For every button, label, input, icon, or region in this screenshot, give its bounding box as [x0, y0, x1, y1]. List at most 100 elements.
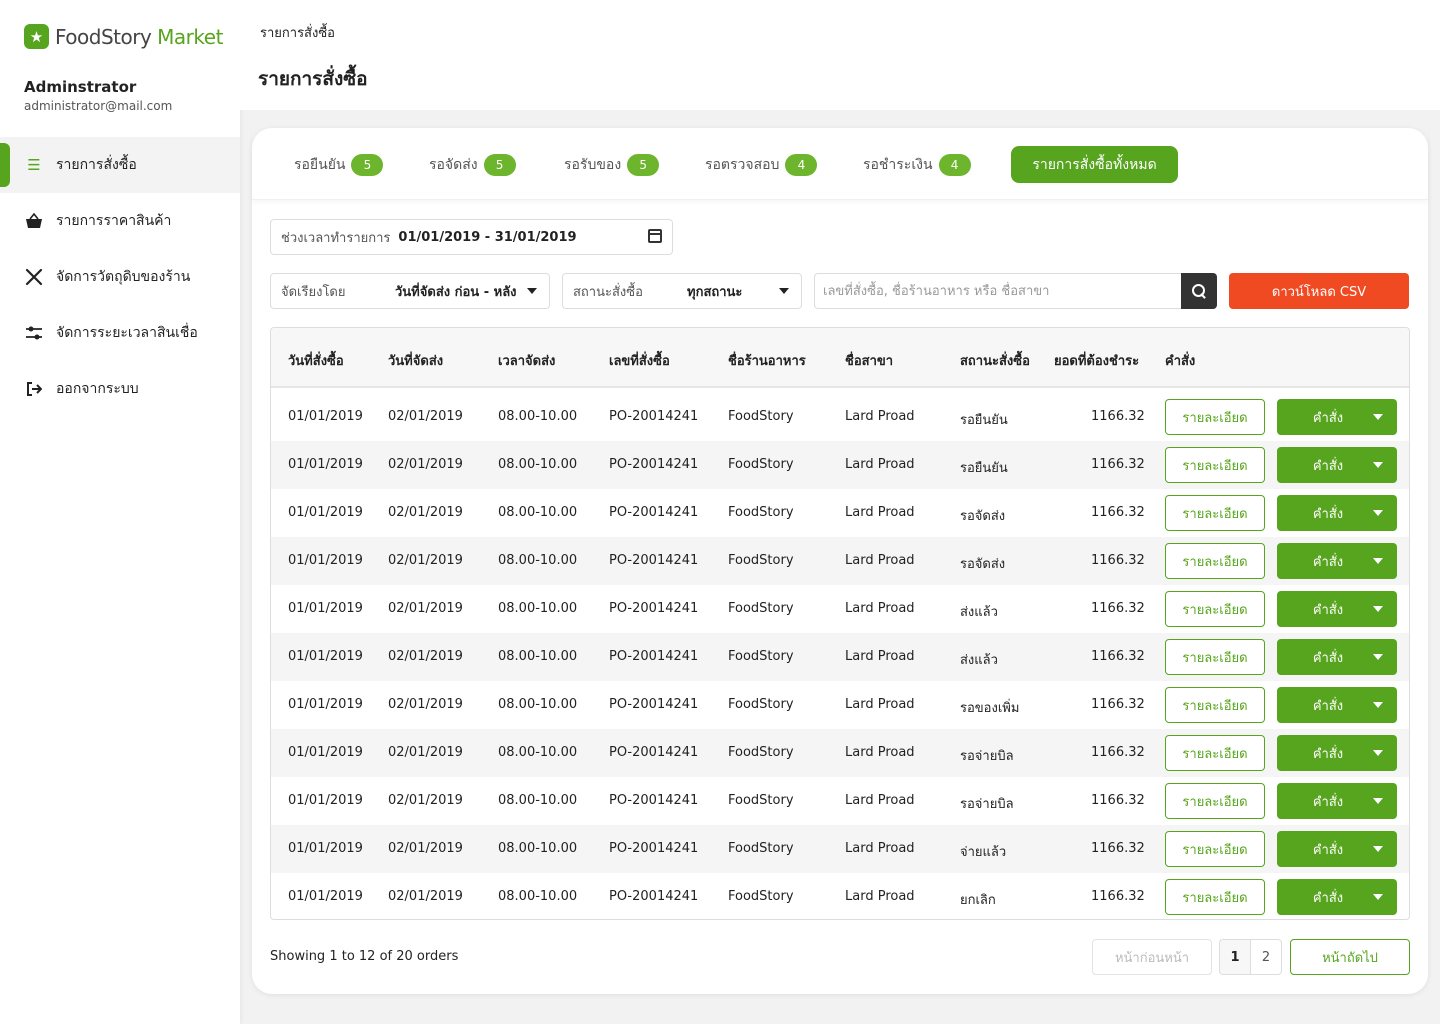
tab-awaiting-inspect[interactable]: รอตรวจสอบ 4	[705, 153, 818, 177]
table-row: 01/01/2019 02/01/2019 08.00-10.00 PO-200142…	[271, 441, 1409, 489]
calendar-icon[interactable]	[648, 229, 662, 243]
cell-restaurant: FoodStory	[728, 409, 794, 424]
list-icon: ☰	[27, 156, 41, 174]
command-dropdown-button[interactable]: คำสั่ง	[1277, 783, 1397, 819]
cell-amount: 1166.32	[1091, 505, 1145, 520]
prev-page-button[interactable]: หน้าก่อนหน้า	[1092, 939, 1212, 975]
command-label: คำสั่ง	[1312, 650, 1344, 666]
detail-button[interactable]: รายละเอียด	[1165, 831, 1265, 867]
page-1-button[interactable]: 1	[1219, 939, 1251, 975]
user-email: administrator@mail.com	[24, 99, 173, 113]
tab-awaiting-confirm[interactable]: รอยืนยัน 5	[294, 153, 384, 177]
cell-status: รอจัดส่ง	[960, 557, 1006, 572]
table-row: 01/01/2019 02/01/2019 08.00-10.00 PO-200142…	[271, 585, 1409, 633]
cell-delivery-time: 08.00-10.00	[498, 409, 578, 424]
detail-button[interactable]: รายละเอียด	[1165, 783, 1265, 819]
col-restaurant[interactable]: ชื่อร้านอาหาร	[728, 350, 806, 371]
chevron-down-icon	[1373, 414, 1383, 420]
chevron-down-icon	[1373, 606, 1383, 612]
breadcrumb[interactable]: รายการสั่งซื้อ	[260, 22, 335, 43]
tab-all-orders[interactable]: รายการสั่งซื้อทั้งหมด	[1011, 146, 1178, 183]
detail-button[interactable]: รายละเอียด	[1165, 591, 1265, 627]
col-order-number[interactable]: เลขที่สั่งซื้อ	[609, 350, 670, 371]
next-page-button[interactable]: หน้าถัดไป	[1290, 939, 1410, 975]
command-dropdown-button[interactable]: คำสั่ง	[1277, 495, 1397, 531]
detail-button[interactable]: รายละเอียด	[1165, 447, 1265, 483]
brand-logo[interactable]: ★ FoodStory Market	[24, 24, 223, 49]
sidebar-item-ingredients[interactable]: จัดการวัตถุดิบของร้าน	[0, 249, 240, 305]
col-branch[interactable]: ชื่อสาขา	[845, 350, 893, 371]
cell-delivery-time: 08.00-10.00	[498, 649, 578, 664]
col-status[interactable]: สถานะสั่งซื้อ	[960, 350, 1030, 371]
download-csv-button[interactable]: ดาวน์โหลด CSV	[1229, 273, 1409, 309]
cell-order-date: 01/01/2019	[288, 841, 363, 856]
cell-delivery-date: 02/01/2019	[388, 697, 463, 712]
col-delivery-date[interactable]: วันที่จัดส่ง	[388, 350, 443, 371]
tab-awaiting-receive[interactable]: รอรับของ 5	[564, 153, 660, 177]
sidebar-item-prices[interactable]: รายการราคาสินค้า	[0, 193, 240, 249]
detail-button[interactable]: รายละเอียด	[1165, 735, 1265, 771]
command-dropdown-button[interactable]: คำสั่ง	[1277, 735, 1397, 771]
detail-button[interactable]: รายละเอียด	[1165, 879, 1265, 915]
tab-awaiting-delivery[interactable]: รอจัดส่ง 5	[429, 153, 516, 177]
command-dropdown-button[interactable]: คำสั่ง	[1277, 399, 1397, 435]
cell-order-number: PO-20014241	[609, 457, 699, 472]
command-label: คำสั่ง	[1312, 842, 1344, 858]
command-dropdown-button[interactable]: คำสั่ง	[1277, 447, 1397, 483]
cell-order-number: PO-20014241	[609, 409, 699, 424]
page-header: รายการสั่งซื้อ รายการสั่งซื้อ	[240, 0, 1440, 110]
detail-button[interactable]: รายละเอียด	[1165, 399, 1265, 435]
table-row: 01/01/2019 02/01/2019 08.00-10.00 PO-200142…	[271, 633, 1409, 681]
tab-count-badge: 4	[938, 154, 971, 176]
command-dropdown-button[interactable]: คำสั่ง	[1277, 591, 1397, 627]
col-delivery-time[interactable]: เวลาจัดส่ง	[498, 350, 555, 371]
search-input[interactable]	[814, 273, 1182, 309]
detail-button[interactable]: รายละเอียด	[1165, 639, 1265, 675]
detail-button[interactable]: รายละเอียด	[1165, 495, 1265, 531]
sort-label: จัดเรียงโดย	[281, 284, 346, 300]
cell-delivery-date: 02/01/2019	[388, 745, 463, 760]
cell-delivery-time: 08.00-10.00	[498, 697, 578, 712]
cell-status: รอยืนยัน	[960, 413, 1008, 428]
search-button[interactable]	[1181, 273, 1217, 309]
page-2-button[interactable]: 2	[1250, 939, 1282, 975]
table-row: 01/01/2019 02/01/2019 08.00-10.00 PO-200142…	[271, 729, 1409, 777]
table-row: 01/01/2019 02/01/2019 08.00-10.00 PO-200142…	[271, 681, 1409, 729]
date-range-picker[interactable]: ช่วงเวลาทำรายการ 01/01/2019 - 31/01/2019	[270, 219, 673, 255]
sort-select[interactable]: จัดเรียงโดย วันที่จัดส่ง ก่อน - หลัง	[270, 273, 550, 309]
col-amount[interactable]: ยอดที่ต้องชำระ	[1054, 350, 1139, 371]
detail-button[interactable]: รายละเอียด	[1165, 543, 1265, 579]
cell-order-date: 01/01/2019	[288, 601, 363, 616]
cell-order-date: 01/01/2019	[288, 553, 363, 568]
cell-delivery-time: 08.00-10.00	[498, 745, 578, 760]
col-order-date[interactable]: วันที่สั่งซื้อ	[288, 350, 344, 371]
command-label: คำสั่ง	[1312, 794, 1344, 810]
command-dropdown-button[interactable]: คำสั่ง	[1277, 879, 1397, 915]
sidebar-item-logout[interactable]: ออกจากระบบ	[0, 361, 240, 417]
command-dropdown-button[interactable]: คำสั่ง	[1277, 543, 1397, 579]
cell-branch: Lard Proad	[845, 553, 915, 568]
cell-status: ยกเลิก	[960, 893, 996, 908]
sidebar-item-orders[interactable]: ☰ รายการสั่งซื้อ	[0, 137, 240, 193]
cell-delivery-date: 02/01/2019	[388, 649, 463, 664]
cell-restaurant: FoodStory	[728, 601, 794, 616]
cell-amount: 1166.32	[1091, 409, 1145, 424]
cell-status: จ่ายแล้ว	[960, 845, 1007, 860]
command-dropdown-button[interactable]: คำสั่ง	[1277, 831, 1397, 867]
logout-icon	[24, 379, 44, 399]
tab-awaiting-payment[interactable]: รอชำระเงิน 4	[863, 153, 971, 177]
sidebar-item-credit[interactable]: จัดการระยะเวลาสินเชื่อ	[0, 305, 240, 361]
status-select[interactable]: สถานะสั่งซื้อ ทุกสถานะ	[562, 273, 802, 309]
command-dropdown-button[interactable]: คำสั่ง	[1277, 687, 1397, 723]
chevron-down-icon	[1373, 462, 1383, 468]
cell-branch: Lard Proad	[845, 601, 915, 616]
sidebar-item-label: รายการราคาสินค้า	[56, 213, 172, 229]
sliders-icon	[24, 323, 44, 343]
cell-restaurant: FoodStory	[728, 793, 794, 808]
detail-button[interactable]: รายละเอียด	[1165, 687, 1265, 723]
cell-delivery-date: 02/01/2019	[388, 553, 463, 568]
command-dropdown-button[interactable]: คำสั่ง	[1277, 639, 1397, 675]
status-tabs: รอยืนยัน 5 รอจัดส่ง 5 รอรับของ 5 รอตรวจสอบ 4…	[252, 128, 1428, 200]
cell-order-date: 01/01/2019	[288, 745, 363, 760]
chevron-down-icon	[1373, 750, 1383, 756]
